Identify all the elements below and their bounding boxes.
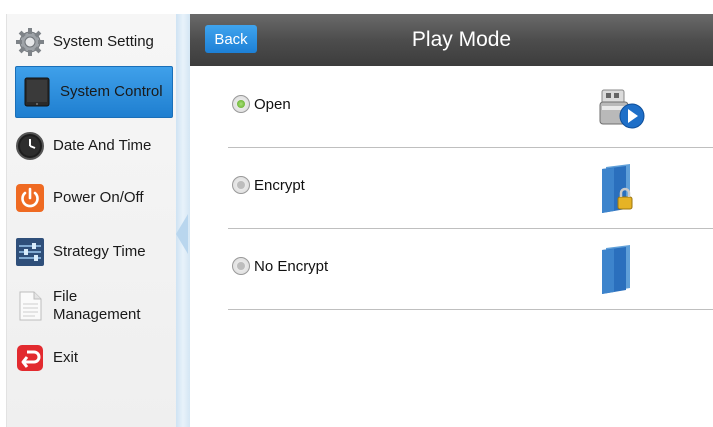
gear-icon xyxy=(15,27,45,57)
option-label: Encrypt xyxy=(254,176,305,194)
row-divider xyxy=(228,228,713,229)
sidebar: System Setting System Control Date And T… xyxy=(6,14,177,427)
option-label: Open xyxy=(254,95,291,113)
sidebar-item-label: File Management xyxy=(53,288,141,323)
header-bar: Back Play Mode xyxy=(190,14,713,66)
sidebar-item-exit[interactable]: Exit xyxy=(15,340,173,376)
row-divider xyxy=(228,147,713,148)
clock-icon xyxy=(15,131,45,161)
sidebar-item-system-control[interactable]: System Control xyxy=(15,66,173,118)
page-title: Play Mode xyxy=(411,28,512,51)
tablet-icon xyxy=(22,77,52,107)
folder-icon xyxy=(598,244,638,294)
sidebar-item-date-and-time[interactable]: Date And Time xyxy=(15,128,173,164)
option-no-encrypt-radio[interactable]: No Encrypt xyxy=(232,257,328,275)
locked-folder-icon xyxy=(598,163,638,213)
usb-play-icon xyxy=(598,84,645,132)
sidebar-item-label: System Setting xyxy=(53,33,154,50)
sidebar-item-label: Power On/Off xyxy=(53,189,144,206)
radio-button[interactable] xyxy=(232,176,250,194)
document-icon xyxy=(15,291,45,321)
power-icon xyxy=(15,183,45,213)
radio-button-checked[interactable] xyxy=(232,95,250,113)
sidebar-item-file-management[interactable]: File Management xyxy=(15,286,173,326)
option-open-radio[interactable]: Open xyxy=(232,95,291,113)
sidebar-item-power-on-off[interactable]: Power On/Off xyxy=(15,180,173,216)
radio-button[interactable] xyxy=(232,257,250,275)
option-row-open: Open xyxy=(228,68,713,148)
sidebar-item-label: Strategy Time xyxy=(53,243,146,260)
row-divider xyxy=(228,309,713,310)
option-row-no-encrypt: No Encrypt xyxy=(228,230,713,310)
exit-icon xyxy=(15,343,45,373)
sidebar-item-system-setting[interactable]: System Setting xyxy=(15,24,173,60)
option-encrypt-radio[interactable]: Encrypt xyxy=(232,176,305,194)
option-label: No Encrypt xyxy=(254,257,329,275)
sidebar-item-strategy-time[interactable]: Strategy Time xyxy=(15,234,173,270)
active-pointer-notch xyxy=(166,214,188,254)
sidebar-item-label: Date And Time xyxy=(53,137,152,154)
sidebar-item-label: Exit xyxy=(53,349,79,366)
sliders-icon xyxy=(15,237,45,267)
sidebar-item-label: System Control xyxy=(60,83,163,100)
option-row-encrypt: Encrypt xyxy=(228,149,713,229)
